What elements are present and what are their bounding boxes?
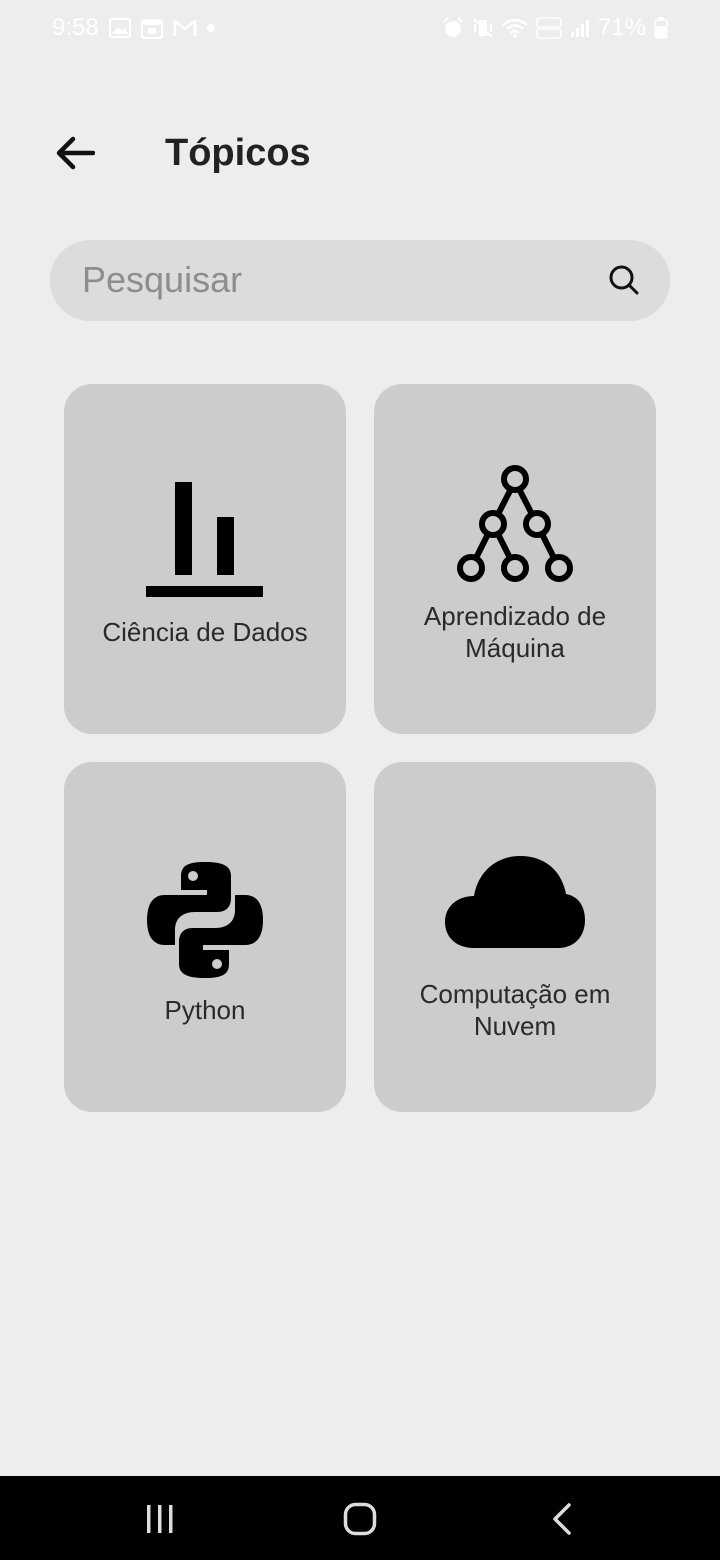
wifi-icon [502,18,528,38]
recent-apps-icon [147,1505,173,1533]
page-title: Tópicos [165,132,311,174]
topic-label: Computação em Nuvem [419,979,611,1041]
header: Tópicos [0,110,720,196]
search-input[interactable] [82,256,582,304]
search-button[interactable] [606,262,642,298]
topic-card-machine-learning[interactable]: Aprendizado de Máquina [374,384,656,734]
status-bar: 9:58 71% [0,0,720,56]
topic-label: Python [164,995,246,1025]
topic-card-data-science[interactable]: Ciência de Dados [64,384,346,734]
navigation-bar [0,1476,720,1560]
arrow-left-icon [56,136,95,170]
cloud-icon [445,856,585,948]
topic-label: Ciência de Dados [102,617,308,647]
topic-card-python[interactable]: Python [64,762,346,1112]
topic-card-cloud-computing[interactable]: Computação em Nuvem [374,762,656,1112]
notification-dot-icon [206,24,215,32]
status-right: 71% [442,12,668,44]
battery-icon [654,17,668,39]
chevron-left-icon [553,1503,571,1535]
volte-lte-icon [536,17,562,39]
topic-label: Aprendizado de Máquina [423,601,607,663]
alarm-icon [442,17,464,39]
recent-apps-button[interactable] [136,1498,184,1540]
bar-chart-icon [146,482,263,597]
python-logo-icon [147,862,263,978]
signal-icon [570,18,590,38]
battery-percent: 71% [597,14,646,41]
back-nav-button[interactable] [538,1498,586,1540]
home-icon [343,1502,377,1536]
search-bar [50,240,670,321]
gmail-icon [173,19,197,37]
tree-network-icon [457,465,573,582]
home-button[interactable] [336,1498,384,1540]
search-icon [609,265,639,295]
gallery-icon [108,18,131,38]
status-left: 9:58 [52,12,215,44]
back-button[interactable] [50,130,100,176]
status-time: 9:58 [52,14,99,41]
vibrate-mute-icon [472,17,494,39]
calendar-icon [140,17,163,39]
